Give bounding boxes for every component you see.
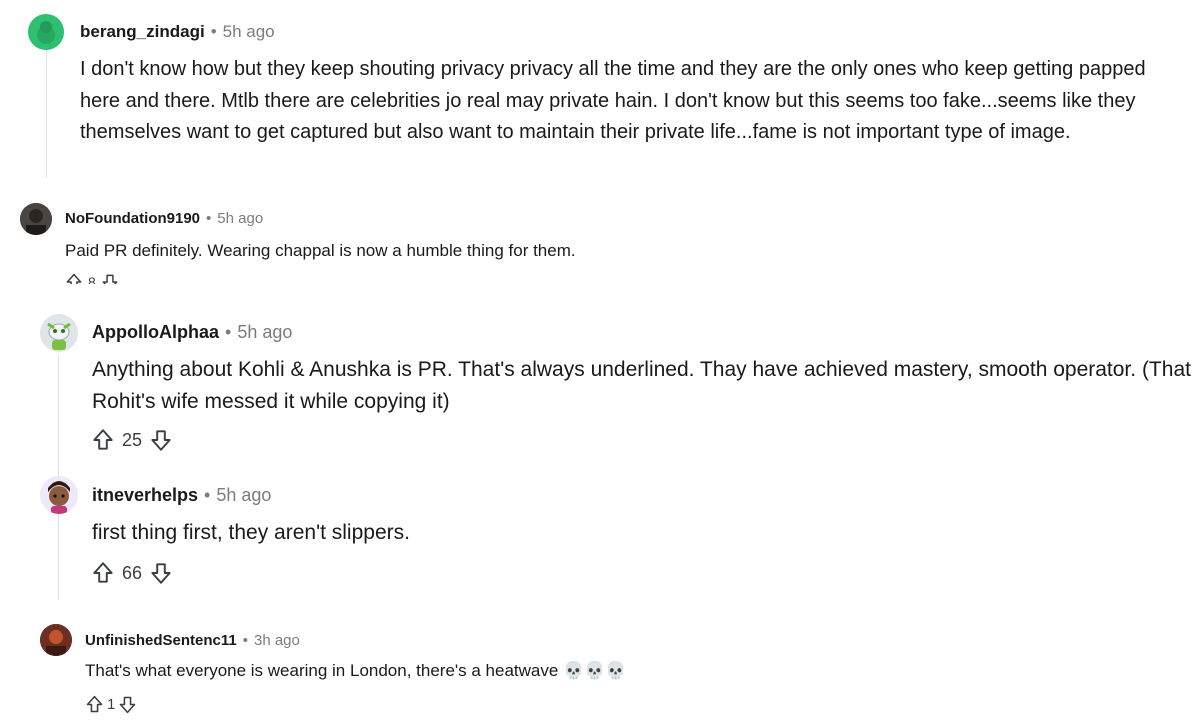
timestamp[interactable]: 5h ago <box>223 22 275 42</box>
timestamp[interactable]: 5h ago <box>216 485 271 506</box>
comment-meta: NoFoundation9190 • 5h ago <box>65 210 263 227</box>
vote-count: 1 <box>107 696 116 713</box>
upvote-icon[interactable] <box>64 272 84 284</box>
upvote-icon[interactable] <box>90 560 116 586</box>
downvote-icon[interactable] <box>148 427 174 453</box>
vote-bar: 25 <box>90 427 174 453</box>
avatar[interactable] <box>28 14 64 50</box>
author-name[interactable]: itneverhelps <box>92 485 198 506</box>
author-name[interactable]: AppolloAlphaa <box>92 322 219 343</box>
vote-count: 66 <box>122 562 143 583</box>
avatar[interactable] <box>40 476 78 514</box>
vote-bar: 1 <box>84 694 138 715</box>
downvote-icon[interactable] <box>100 272 120 284</box>
upvote-icon[interactable] <box>84 694 105 715</box>
author-name[interactable]: NoFoundation9190 <box>65 210 200 227</box>
vote-bar: 8 <box>64 272 120 284</box>
timestamp[interactable]: 5h ago <box>237 322 292 343</box>
comment-body: I don't know how but they keep shouting … <box>80 58 1146 143</box>
comment-body: first thing first, they aren't slippers. <box>92 521 410 544</box>
separator: • <box>210 22 217 41</box>
author-name[interactable]: berang_zindagi <box>80 22 205 42</box>
vote-count: 25 <box>122 429 143 450</box>
separator: • <box>225 322 232 342</box>
comment-meta: UnfinishedSentenc11 • 3h ago <box>85 632 300 649</box>
vote-bar-clipped: 8 <box>60 272 180 284</box>
separator: • <box>242 632 248 649</box>
timestamp[interactable]: 5h ago <box>217 210 263 227</box>
user-avatar-icon <box>40 476 78 514</box>
thread-line <box>46 48 47 178</box>
snoo-avatar-icon <box>40 314 78 352</box>
user-avatar-icon <box>40 624 72 656</box>
downvote-icon[interactable] <box>117 694 138 715</box>
avatar[interactable] <box>20 203 52 235</box>
comment-body: Anything about Kohli & Anushka is PR. Th… <box>92 358 1191 413</box>
comment-meta: itneverhelps • 5h ago <box>92 485 271 506</box>
avatar[interactable] <box>40 314 78 352</box>
comment-body: That's what everyone is wearing in Londo… <box>85 661 627 680</box>
upvote-icon[interactable] <box>90 427 116 453</box>
vote-bar: 66 <box>90 560 174 586</box>
author-name[interactable]: UnfinishedSentenc11 <box>85 632 237 649</box>
comment-meta: berang_zindagi • 5h ago <box>80 22 275 42</box>
comment-meta: AppolloAlphaa • 5h ago <box>92 322 292 343</box>
separator: • <box>204 485 211 505</box>
downvote-icon[interactable] <box>148 560 174 586</box>
user-avatar-icon <box>20 203 52 235</box>
comment-body: Paid PR definitely. Wearing chappal is n… <box>65 241 576 260</box>
avatar[interactable] <box>40 624 72 656</box>
vote-count: 8 <box>88 274 96 284</box>
timestamp[interactable]: 3h ago <box>254 632 300 649</box>
snoo-avatar-icon <box>28 14 64 50</box>
separator: • <box>206 210 212 227</box>
